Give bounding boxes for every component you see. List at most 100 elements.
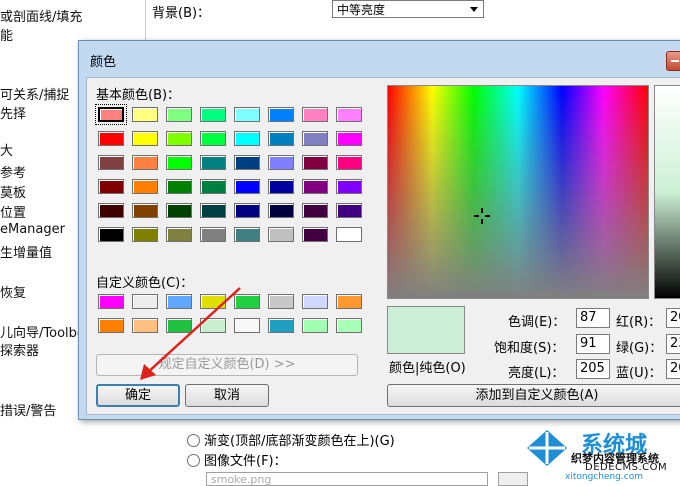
basic-color-swatch[interactable] — [234, 227, 260, 242]
custom-color-swatch[interactable] — [98, 294, 124, 309]
panel-divider — [145, 0, 146, 40]
background-label: 背景(B)： — [152, 6, 211, 21]
basic-color-swatch[interactable] — [268, 155, 294, 170]
options-nav-item[interactable]: 措误/警告 — [0, 400, 56, 419]
options-nav-item[interactable]: 大 — [0, 140, 13, 159]
basic-color-swatch[interactable] — [200, 131, 226, 146]
options-nav-item[interactable]: 儿向导/Toolbo — [0, 322, 85, 341]
options-nav-item[interactable]: 生增量值 — [0, 242, 52, 261]
options-nav-item[interactable]: 莫板 — [0, 182, 26, 201]
basic-color-swatch[interactable] — [336, 131, 362, 146]
custom-color-swatch[interactable] — [336, 294, 362, 309]
crosshair-icon[interactable] — [474, 208, 490, 224]
saturation-input[interactable]: 91 — [576, 334, 610, 354]
basic-color-swatch[interactable] — [234, 203, 260, 218]
green-input[interactable]: 23 — [666, 334, 680, 354]
basic-color-swatch[interactable] — [234, 155, 260, 170]
site-watermark: 系统城 织梦内容管理系统 DEDECMS.COM xitongcheng.com — [525, 425, 680, 484]
basic-color-swatch[interactable] — [95, 104, 127, 125]
basic-color-swatch[interactable] — [302, 203, 328, 218]
options-nav-item[interactable]: 可关系/捕捉 — [0, 84, 69, 103]
basic-color-swatch[interactable] — [200, 179, 226, 194]
basic-color-swatch[interactable] — [336, 155, 362, 170]
basic-color-swatch[interactable] — [132, 179, 158, 194]
basic-color-swatch[interactable] — [268, 203, 294, 218]
background-select-value: 中等亮度 — [337, 3, 386, 17]
saturation-label: 饱和度(S)： — [494, 341, 565, 356]
basic-color-swatch[interactable] — [268, 227, 294, 242]
options-nav-item[interactable]: 或剖面线/填充 — [0, 6, 82, 25]
basic-color-swatch[interactable] — [166, 107, 192, 122]
chevron-down-icon[interactable] — [470, 7, 478, 12]
basic-color-swatch[interactable] — [98, 179, 124, 194]
options-nav-item[interactable]: 位置 — [0, 202, 26, 221]
custom-color-swatch[interactable] — [302, 294, 328, 309]
color-preview — [387, 306, 465, 354]
basic-color-swatch[interactable] — [98, 131, 124, 146]
close-icon[interactable] — [666, 51, 680, 71]
image-file-value: smoke.png — [211, 473, 272, 486]
custom-color-swatch[interactable] — [302, 318, 328, 333]
basic-color-swatch[interactable] — [132, 107, 158, 122]
options-nav-item[interactable]: 先择 — [0, 103, 26, 122]
basic-color-swatch[interactable] — [200, 227, 226, 242]
custom-color-swatch[interactable] — [268, 294, 294, 309]
basic-color-swatch[interactable] — [98, 155, 124, 170]
basic-color-swatch[interactable] — [132, 227, 158, 242]
custom-color-swatch[interactable] — [98, 318, 124, 333]
radio-icon[interactable] — [187, 434, 200, 447]
basic-color-swatch[interactable] — [200, 203, 226, 218]
basic-color-swatch[interactable] — [166, 203, 192, 218]
basic-color-swatch[interactable] — [302, 227, 328, 242]
basic-color-swatch[interactable] — [302, 107, 328, 122]
radio-icon[interactable] — [187, 454, 200, 467]
basic-color-swatch[interactable] — [234, 107, 260, 122]
basic-color-swatch[interactable] — [200, 107, 226, 122]
add-to-custom-colors-button[interactable]: 添加到自定义颜色(A) — [387, 384, 680, 407]
luminance-label: 亮度(L)： — [508, 366, 565, 381]
basic-color-swatch[interactable] — [336, 203, 362, 218]
luminance-slider[interactable] — [654, 85, 680, 299]
luminance-input[interactable]: 205 — [576, 359, 610, 379]
image-file-radio[interactable]: 图像文件(F)： — [187, 450, 287, 469]
basic-color-swatch[interactable] — [98, 227, 124, 242]
hue-input[interactable]: 87 — [576, 308, 610, 328]
basic-color-swatch[interactable] — [336, 227, 362, 242]
basic-color-swatch[interactable] — [166, 179, 192, 194]
basic-color-swatch[interactable] — [166, 131, 192, 146]
basic-color-swatch[interactable] — [234, 131, 260, 146]
basic-color-swatch[interactable] — [336, 179, 362, 194]
color-spectrum[interactable] — [387, 85, 649, 299]
blue-input[interactable]: 20 — [666, 359, 680, 379]
basic-color-swatch[interactable] — [268, 131, 294, 146]
basic-color-swatch[interactable] — [166, 227, 192, 242]
basic-color-swatch[interactable] — [166, 155, 192, 170]
basic-color-swatch[interactable] — [98, 203, 124, 218]
options-nav-item[interactable]: 恢复 — [0, 282, 26, 301]
basic-color-swatch[interactable] — [302, 131, 328, 146]
custom-color-swatch[interactable] — [336, 318, 362, 333]
background-select[interactable]: 中等亮度 — [332, 0, 484, 18]
basic-color-swatch[interactable] — [302, 155, 328, 170]
custom-color-swatch[interactable] — [268, 318, 294, 333]
options-nav-item[interactable]: eManager — [0, 222, 65, 237]
basic-color-swatch[interactable] — [268, 179, 294, 194]
basic-color-swatch[interactable] — [200, 155, 226, 170]
red-input[interactable]: 20 — [666, 308, 680, 328]
basic-color-swatch[interactable] — [268, 107, 294, 122]
basic-color-swatch[interactable] — [132, 203, 158, 218]
green-label: 绿(G)： — [616, 341, 663, 356]
basic-color-swatch[interactable] — [132, 131, 158, 146]
blue-label: 蓝(U)： — [616, 366, 662, 381]
options-nav-item[interactable]: 参考 — [0, 162, 26, 181]
basic-colors-label: 基本颜色(B)： — [96, 88, 181, 103]
options-nav-item[interactable]: 探索器 — [0, 340, 39, 359]
options-nav-item[interactable]: 能 — [0, 25, 13, 44]
basic-color-swatch[interactable] — [302, 179, 328, 194]
basic-color-swatch[interactable] — [132, 155, 158, 170]
gradient-radio[interactable]: 渐变(顶部/底部渐变颜色在上)(G) — [187, 430, 395, 449]
basic-color-swatch[interactable] — [336, 107, 362, 122]
image-file-radio-label: 图像文件(F)： — [204, 454, 287, 469]
basic-color-swatch[interactable] — [234, 179, 260, 194]
watermark-url: xitongcheng.com — [565, 472, 643, 482]
